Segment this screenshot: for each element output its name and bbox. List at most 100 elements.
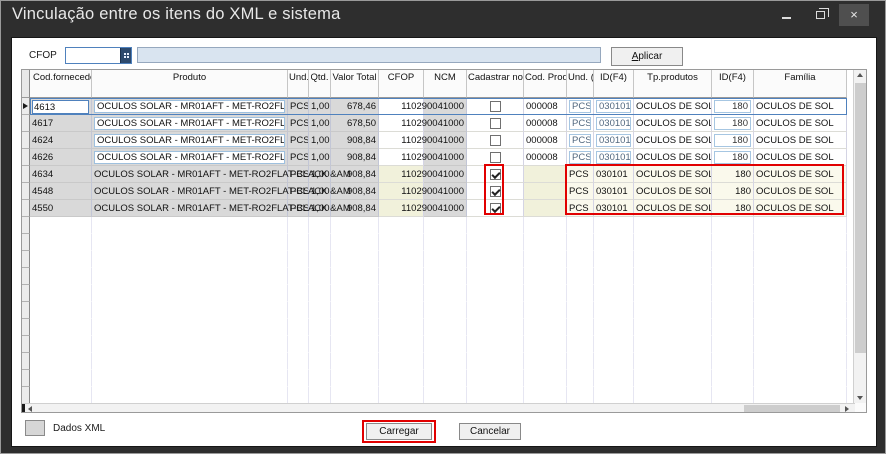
cfop-description-field[interactable]	[137, 47, 601, 63]
scroll-right-button[interactable]	[841, 404, 853, 413]
cell-tp-produtos[interactable]: OCULOS DE SOL	[634, 132, 712, 149]
cell-ncm[interactable]: 110290041000	[424, 166, 467, 183]
column-header-qtd[interactable]: Qtd.	[309, 70, 331, 98]
cell-und-f4[interactable]: PCS	[567, 183, 594, 200]
column-header-und_f4[interactable]: Und. (F4)	[567, 70, 594, 98]
cell-valor-total[interactable]: 908,84	[331, 132, 379, 149]
cell-tp-produtos[interactable]: OCULOS DE SOL	[634, 98, 712, 115]
cell-produto[interactable]: OCULOS SOLAR - MR01AFT - MET-RO2FLAT-BLA…	[92, 115, 288, 132]
cell-familia[interactable]: OCULOS DE SOL	[754, 98, 847, 115]
cell-ncm[interactable]: 110290041000	[424, 132, 467, 149]
cell-und-f4[interactable]: PCS	[567, 132, 594, 149]
cell-id-f4-2[interactable]: 180	[712, 183, 754, 200]
cell-cod-fornecedor[interactable]: 4634	[30, 166, 92, 183]
cell-tp-produtos[interactable]: OCULOS DE SOL	[634, 115, 712, 132]
cell-cod-prod-f4[interactable]: 000008	[524, 98, 567, 115]
column-header-produto[interactable]: Produto	[92, 70, 288, 98]
cell-cod-prod-f4[interactable]	[524, 166, 567, 183]
cell-familia[interactable]: OCULOS DE SOL	[754, 132, 847, 149]
cell-id-f4[interactable]: 030101	[594, 200, 634, 217]
cell-cadastrar-novo-produto[interactable]	[467, 98, 524, 115]
table-row[interactable]: 4548OCULOS SOLAR - MR01AFT - MET-RO2FLAT…	[22, 183, 855, 200]
table-row[interactable]: 4617OCULOS SOLAR - MR01AFT - MET-RO2FLAT…	[22, 115, 855, 132]
column-header-cadastrar_novo[interactable]: Cadastrar novo produto	[467, 70, 524, 98]
cell-produto[interactable]: OCULOS SOLAR - MR01AFT - MET-RO2FLAT-BLA…	[92, 166, 288, 183]
cell-familia[interactable]: OCULOS DE SOL	[754, 183, 847, 200]
cell-ncm[interactable]: 110290041000	[424, 149, 467, 166]
cell-id-f4-2[interactable]: 180	[712, 98, 754, 115]
column-header-familia[interactable]: Família	[754, 70, 847, 98]
scroll-up-button[interactable]	[854, 70, 867, 81]
cell-id-f4[interactable]: 030101	[594, 166, 634, 183]
cell-id-f4[interactable]: 030101	[594, 115, 634, 132]
cell-cod-fornecedor[interactable]: 4617	[30, 115, 92, 132]
cell-produto[interactable]: OCULOS SOLAR - MR01AFT - MET-RO2FLAT-BLA…	[92, 200, 288, 217]
column-header-tp_produtos[interactable]: Tp.produtos	[634, 70, 712, 98]
restore-button[interactable]	[807, 4, 833, 26]
cell-cod-prod-f4[interactable]	[524, 183, 567, 200]
checkbox-checked[interactable]	[490, 169, 501, 180]
row-selector[interactable]	[22, 166, 30, 183]
cell-qtd[interactable]: 1,00	[309, 149, 331, 166]
cancelar-button[interactable]: Cancelar	[459, 423, 521, 440]
column-header-und[interactable]: Und.	[288, 70, 309, 98]
cell-produto[interactable]: OCULOS SOLAR - MR01AFT - MET-RO2FLAT-BLA…	[92, 149, 288, 166]
table-row[interactable]: 4634OCULOS SOLAR - MR01AFT - MET-RO2FLAT…	[22, 166, 855, 183]
row-selector[interactable]	[22, 149, 30, 166]
cell-valor-total[interactable]: 908,84	[331, 149, 379, 166]
cell-cadastrar-novo-produto[interactable]	[467, 132, 524, 149]
checkbox-unchecked[interactable]	[490, 135, 501, 146]
cell-und[interactable]: PCS	[288, 132, 309, 149]
column-header-cod_prod[interactable]: Cod. Prod (F4)	[524, 70, 567, 98]
cell-produto[interactable]: OCULOS SOLAR - MR01AFT - MET-RO2FLAT-BLA…	[92, 183, 288, 200]
row-selector[interactable]	[22, 115, 30, 132]
horizontal-scroll-thumb[interactable]	[744, 405, 840, 413]
cell-qtd[interactable]: 1,00	[309, 115, 331, 132]
close-button[interactable]: ×	[839, 4, 869, 26]
cell-cadastrar-novo-produto[interactable]	[467, 149, 524, 166]
column-header-valor[interactable]: Valor Total	[331, 70, 379, 98]
scroll-left-button[interactable]	[25, 404, 37, 413]
column-header-cfop[interactable]: CFOP	[379, 70, 424, 98]
carregar-button[interactable]: Carregar	[366, 423, 432, 440]
cell-cod-fornecedor[interactable]: 4613	[30, 98, 92, 115]
cell-familia[interactable]: OCULOS DE SOL	[754, 115, 847, 132]
cell-und-f4[interactable]: PCS	[567, 115, 594, 132]
cell-ncm[interactable]: 110290041000	[424, 115, 467, 132]
horizontal-scrollbar[interactable]	[22, 403, 855, 413]
cell-valor-total[interactable]: 678,46	[331, 98, 379, 115]
row-selector[interactable]	[22, 200, 30, 217]
cell-ncm[interactable]: 110290041000	[424, 98, 467, 115]
cell-und-f4[interactable]: PCS	[567, 166, 594, 183]
column-header-id_f4[interactable]: ID(F4)	[594, 70, 634, 98]
cell-und[interactable]: PCS	[288, 149, 309, 166]
table-row[interactable]: 4613OCULOS SOLAR - MR01AFT - MET-RO2FLAT…	[22, 98, 855, 115]
checkbox-unchecked[interactable]	[490, 118, 501, 129]
cell-ncm[interactable]: 110290041000	[424, 200, 467, 217]
column-header-id2_f4[interactable]: ID(F4)	[712, 70, 754, 98]
cell-cadastrar-novo-produto[interactable]	[467, 166, 524, 183]
cell-ncm[interactable]: 110290041000	[424, 183, 467, 200]
cell-und-f4[interactable]: PCS	[567, 98, 594, 115]
cell-und[interactable]: PCS	[288, 98, 309, 115]
cell-cod-fornecedor[interactable]: 4624	[30, 132, 92, 149]
table-row[interactable]: 4550OCULOS SOLAR - MR01AFT - MET-RO2FLAT…	[22, 200, 855, 217]
dados-xml-checkbox[interactable]	[25, 420, 45, 436]
cfop-input[interactable]	[65, 47, 132, 64]
cell-id-f4[interactable]: 030101	[594, 149, 634, 166]
cell-cadastrar-novo-produto[interactable]	[467, 115, 524, 132]
cell-id-f4[interactable]: 030101	[594, 98, 634, 115]
cell-cod-prod-f4[interactable]	[524, 200, 567, 217]
cfop-lookup-button[interactable]	[120, 48, 131, 63]
cell-cod-fornecedor[interactable]: 4548	[30, 183, 92, 200]
row-selector[interactable]	[22, 98, 30, 115]
checkbox-unchecked[interactable]	[490, 152, 501, 163]
cell-produto[interactable]: OCULOS SOLAR - MR01AFT - MET-RO2FLAT-BLA…	[92, 132, 288, 149]
checkbox-unchecked[interactable]	[490, 101, 501, 112]
cell-cod-prod-f4[interactable]: 000008	[524, 115, 567, 132]
cell-produto[interactable]: OCULOS SOLAR - MR01AFT - MET-RO2FLAT-BLA…	[92, 98, 288, 115]
column-header-ncm[interactable]: NCM	[424, 70, 467, 98]
row-selector[interactable]	[22, 183, 30, 200]
cell-tp-produtos[interactable]: OCULOS DE SOL	[634, 149, 712, 166]
cell-tp-produtos[interactable]: OCULOS DE SOL	[634, 183, 712, 200]
